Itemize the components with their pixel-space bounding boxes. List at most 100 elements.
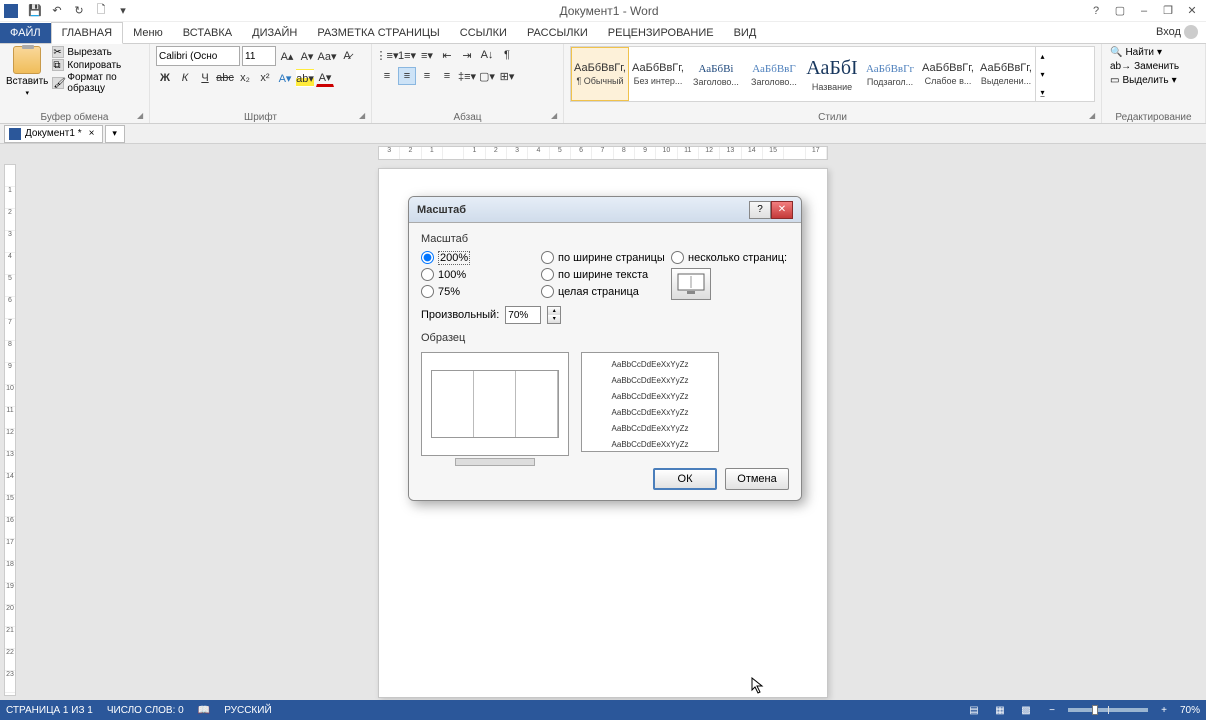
styles-scroll-up[interactable]: ▴ <box>1036 47 1049 65</box>
styles-dialog-launcher[interactable]: ◢ <box>1089 111 1099 121</box>
paste-button[interactable]: Вставить ▾ <box>6 46 48 97</box>
styles-scrollbar[interactable]: ▴ ▾ ▾̲ <box>1035 47 1049 101</box>
highlight-button[interactable]: ab▾ <box>296 69 314 87</box>
status-language[interactable]: РУССКИЙ <box>224 705 271 716</box>
decrease-indent-button[interactable]: ⇤ <box>438 46 456 64</box>
select-button[interactable]: ▭Выделить ▾ <box>1108 74 1199 87</box>
increase-indent-button[interactable]: ⇥ <box>458 46 476 64</box>
radio-75-label[interactable]: 75% <box>438 286 460 298</box>
maximize-button[interactable]: ❐ <box>1158 2 1178 20</box>
zoom-slider[interactable] <box>1068 708 1148 712</box>
redo-button[interactable]: ↻ <box>70 2 88 20</box>
style-item[interactable]: АаБбВвГг,¶ Обычный <box>571 47 629 101</box>
shrink-font-button[interactable]: A▾ <box>298 47 316 65</box>
radio-200[interactable] <box>421 251 434 264</box>
document-tab[interactable]: Документ1 * × <box>4 125 103 143</box>
radio-text-width[interactable] <box>541 268 554 281</box>
superscript-button[interactable]: x² <box>256 69 274 87</box>
strikethrough-button[interactable]: abc <box>216 69 234 87</box>
format-painter-button[interactable]: 🖌Формат по образцу <box>52 72 143 94</box>
underline-button[interactable]: Ч <box>196 69 214 87</box>
undo-button[interactable]: ↶ <box>48 2 66 20</box>
align-center-button[interactable]: ≡ <box>398 67 416 85</box>
tab-menu[interactable]: Меню <box>123 23 173 43</box>
font-color-button[interactable]: A▾ <box>316 69 334 87</box>
text-effects-button[interactable]: A▾ <box>276 69 294 87</box>
view-read-button[interactable]: ▤ <box>964 702 984 718</box>
line-spacing-button[interactable]: ‡≡▾ <box>458 67 476 85</box>
cancel-button[interactable]: Отмена <box>725 468 789 490</box>
borders-button[interactable]: ⊞▾ <box>498 67 516 85</box>
font-size-input[interactable] <box>242 46 276 66</box>
tab-file[interactable]: ФАЙЛ <box>0 23 51 43</box>
style-item[interactable]: АаБбВвГгПодзагол... <box>861 47 919 101</box>
dialog-help-button[interactable]: ? <box>749 201 771 219</box>
clipboard-dialog-launcher[interactable]: ◢ <box>137 111 147 121</box>
multilevel-button[interactable]: ≡▾ <box>418 46 436 64</box>
new-doc-button[interactable]: 🗋 <box>92 2 110 20</box>
tab-list-button[interactable]: ▾ <box>105 125 125 143</box>
subscript-button[interactable]: x₂ <box>236 69 254 87</box>
numbering-button[interactable]: 1≡▾ <box>398 46 416 64</box>
change-case-button[interactable]: Aa▾ <box>318 47 336 65</box>
radio-75[interactable] <box>421 285 434 298</box>
tab-page-layout[interactable]: РАЗМЕТКА СТРАНИЦЫ <box>307 23 449 43</box>
spin-up[interactable]: ▴ <box>548 307 560 315</box>
show-marks-button[interactable]: ¶ <box>498 46 516 64</box>
close-doc-button[interactable]: × <box>86 128 98 140</box>
save-button[interactable]: 💾 <box>26 2 44 20</box>
style-item[interactable]: АаБбІНазвание <box>803 47 861 101</box>
clear-formatting-button[interactable]: A̷ <box>338 47 356 65</box>
italic-button[interactable]: К <box>176 69 194 87</box>
align-right-button[interactable]: ≡ <box>418 67 436 85</box>
zoom-level[interactable]: 70% <box>1180 705 1200 716</box>
radio-many-pages-label[interactable]: несколько страниц: <box>688 252 787 264</box>
radio-page-width[interactable] <box>541 251 554 264</box>
font-name-input[interactable] <box>156 46 240 66</box>
radio-text-width-label[interactable]: по ширине текста <box>558 269 648 281</box>
zoom-in-button[interactable]: + <box>1154 702 1174 718</box>
shading-button[interactable]: ▢▾ <box>478 67 496 85</box>
repeat-button[interactable]: ▾ <box>114 2 132 20</box>
zoom-thumb[interactable] <box>1092 705 1098 715</box>
zoom-out-button[interactable]: − <box>1042 702 1062 718</box>
many-pages-picker[interactable] <box>671 268 711 300</box>
copy-button[interactable]: ⧉Копировать <box>52 59 143 71</box>
sort-button[interactable]: A↓ <box>478 46 496 64</box>
vertical-ruler[interactable]: 1234567891011121314151617181920212223 <box>4 164 16 696</box>
radio-100[interactable] <box>421 268 434 281</box>
ribbon-options-button[interactable]: ▢ <box>1110 2 1130 20</box>
dialog-titlebar[interactable]: Масштаб ? ✕ <box>409 197 801 223</box>
style-item[interactable]: АаБбВіЗаголово... <box>687 47 745 101</box>
status-page[interactable]: СТРАНИЦА 1 ИЗ 1 <box>6 705 93 716</box>
view-print-button[interactable]: ▦ <box>990 702 1010 718</box>
status-proofing-icon[interactable]: 📖 <box>198 705 210 716</box>
tab-insert[interactable]: ВСТАВКА <box>173 23 242 43</box>
bullets-button[interactable]: ⋮≡▾ <box>378 46 396 64</box>
bold-button[interactable]: Ж <box>156 69 174 87</box>
grow-font-button[interactable]: A▴ <box>278 47 296 65</box>
radio-many-pages[interactable] <box>671 251 684 264</box>
cut-button[interactable]: ✂Вырезать <box>52 46 143 58</box>
view-web-button[interactable]: ▩ <box>1016 702 1036 718</box>
align-left-button[interactable]: ≡ <box>378 67 396 85</box>
custom-zoom-input[interactable] <box>505 306 541 324</box>
close-button[interactable]: ✕ <box>1182 2 1202 20</box>
styles-more[interactable]: ▾̲ <box>1036 83 1049 101</box>
tab-view[interactable]: ВИД <box>724 23 767 43</box>
radio-page-width-label[interactable]: по ширине страницы <box>558 252 665 264</box>
justify-button[interactable]: ≡ <box>438 67 456 85</box>
style-item[interactable]: АаБбВвГг,Без интер... <box>629 47 687 101</box>
dialog-close-button[interactable]: ✕ <box>771 201 793 219</box>
style-item[interactable]: АаБбВвГг,Выделени... <box>977 47 1035 101</box>
replace-button[interactable]: ab→Заменить <box>1108 60 1199 73</box>
horizontal-ruler[interactable]: 32112345678910111213141517 <box>378 146 828 160</box>
ok-button[interactable]: ОК <box>653 468 717 490</box>
tab-mailings[interactable]: РАССЫЛКИ <box>517 23 598 43</box>
radio-100-label[interactable]: 100% <box>438 269 466 281</box>
tab-design[interactable]: ДИЗАЙН <box>242 23 307 43</box>
style-item[interactable]: АаБбВвГг,Слабое в... <box>919 47 977 101</box>
tab-review[interactable]: РЕЦЕНЗИРОВАНИЕ <box>598 23 724 43</box>
tab-references[interactable]: ССЫЛКИ <box>450 23 517 43</box>
radio-whole-page-label[interactable]: целая страница <box>558 286 639 298</box>
